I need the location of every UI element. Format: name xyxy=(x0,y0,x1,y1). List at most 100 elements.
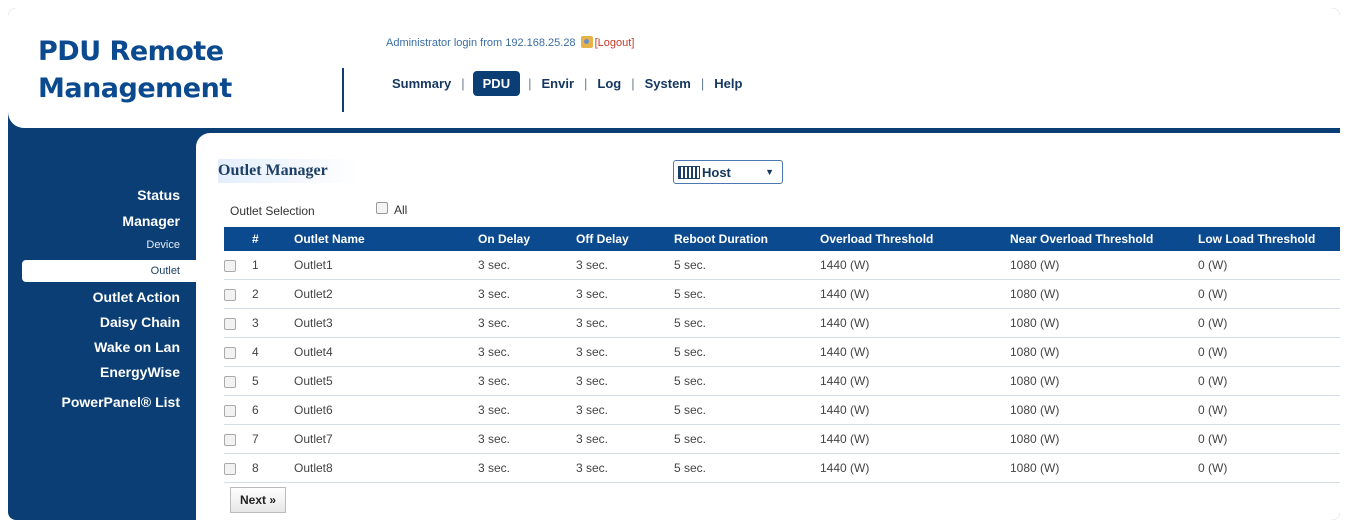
cell-number: 4 xyxy=(252,337,294,367)
brand-line-2: Management xyxy=(38,73,232,104)
nav-separator: | xyxy=(631,75,635,91)
sidebar-item-outlet[interactable]: Outlet xyxy=(22,260,196,282)
sidebar-item-powerpanel-list[interactable]: PowerPanel® List xyxy=(62,394,180,410)
nav-pdu[interactable]: PDU xyxy=(472,70,521,96)
nav-envir[interactable]: Envir xyxy=(539,73,576,94)
cell-number: 8 xyxy=(252,453,294,483)
sidebar-item-device[interactable]: Device xyxy=(146,239,180,251)
cell-off-delay: 3 sec. xyxy=(576,308,674,338)
row-checkbox[interactable] xyxy=(224,404,236,417)
top-nav: Summary | PDU | Envir | Log | System | H… xyxy=(390,70,744,96)
outlet-table: # Outlet Name On Delay Off Delay Reboot … xyxy=(224,227,1340,483)
table-row: 5 Outlet5 3 sec. 3 sec. 5 sec. 1440 (W) … xyxy=(224,366,1340,396)
table-row: 7 Outlet7 3 sec. 3 sec. 5 sec. 1440 (W) … xyxy=(224,424,1340,454)
select-all-label: All xyxy=(394,203,408,217)
cell-overload-threshold: 1440 (W) xyxy=(820,337,1010,367)
cell-on-delay: 3 sec. xyxy=(478,279,576,309)
select-all-checkbox[interactable] xyxy=(376,202,388,214)
header-checkbox-col xyxy=(224,227,252,251)
sidebar-item-wake-on-lan[interactable]: Wake on Lan xyxy=(94,339,180,355)
cell-reboot-duration: 5 sec. xyxy=(674,308,820,338)
login-info: Administrator login from 192.168.25.28 [… xyxy=(386,36,634,49)
main-content: Outlet Manager Host ▼ Outlet Selection A… xyxy=(196,133,1340,520)
row-checkbox[interactable] xyxy=(224,288,236,301)
cell-reboot-duration: 5 sec. xyxy=(674,366,820,396)
table-row: 4 Outlet4 3 sec. 3 sec. 5 sec. 1440 (W) … xyxy=(224,337,1340,367)
sidebar-item-daisy-chain[interactable]: Daisy Chain xyxy=(100,314,180,330)
cell-near-overload-threshold: 1080 (W) xyxy=(1010,453,1198,483)
row-checkbox[interactable] xyxy=(224,433,236,446)
row-checkbox-cell xyxy=(224,279,252,309)
row-checkbox[interactable] xyxy=(224,259,236,272)
next-button[interactable]: Next » xyxy=(230,487,286,513)
cell-near-overload-threshold: 1080 (W) xyxy=(1010,279,1198,309)
row-checkbox-cell xyxy=(224,453,252,483)
cell-off-delay: 3 sec. xyxy=(576,366,674,396)
cell-overload-threshold: 1440 (W) xyxy=(820,453,1010,483)
cell-number: 1 xyxy=(252,251,294,280)
cell-low-load-threshold: 0 (W) xyxy=(1198,337,1340,367)
row-checkbox[interactable] xyxy=(224,462,236,475)
row-checkbox-cell xyxy=(224,308,252,338)
host-select[interactable]: Host ▼ xyxy=(673,160,783,184)
header-number: # xyxy=(252,227,294,251)
cell-near-overload-threshold: 1080 (W) xyxy=(1010,308,1198,338)
nav-separator: | xyxy=(700,75,705,91)
cell-reboot-duration: 5 sec. xyxy=(674,337,820,367)
nav-summary[interactable]: Summary xyxy=(390,73,453,94)
cell-reboot-duration: 5 sec. xyxy=(674,279,820,309)
nav-system[interactable]: System xyxy=(643,73,693,94)
row-checkbox-cell xyxy=(224,337,252,367)
login-text: Administrator login from 192.168.25.28 xyxy=(386,37,576,49)
cell-near-overload-threshold: 1080 (W) xyxy=(1010,395,1198,425)
cell-low-load-threshold: 0 (W) xyxy=(1198,453,1340,483)
sidebar-item-energywise[interactable]: EnergyWise xyxy=(100,364,180,380)
sidebar-item-outlet-action[interactable]: Outlet Action xyxy=(93,289,180,305)
cell-number: 6 xyxy=(252,395,294,425)
logout-link[interactable]: [Logout] xyxy=(595,37,635,49)
brand-logo: PDU Remote Management xyxy=(38,33,232,107)
cell-off-delay: 3 sec. xyxy=(576,279,674,309)
nav-help[interactable]: Help xyxy=(712,73,744,94)
sidebar-item-manager[interactable]: Manager xyxy=(122,213,180,229)
cell-overload-threshold: 1440 (W) xyxy=(820,308,1010,338)
cell-low-load-threshold: 0 (W) xyxy=(1198,424,1340,454)
cell-on-delay: 3 sec. xyxy=(478,395,576,425)
row-checkbox-cell xyxy=(224,366,252,396)
cell-number: 7 xyxy=(252,424,294,454)
cell-off-delay: 3 sec. xyxy=(576,251,674,280)
nav-separator: | xyxy=(528,75,532,91)
row-checkbox-cell xyxy=(224,251,252,280)
cell-outlet-name: Outlet6 xyxy=(294,395,478,425)
cell-on-delay: 3 sec. xyxy=(478,366,576,396)
row-checkbox-cell xyxy=(224,395,252,425)
nav-separator: | xyxy=(461,75,465,91)
cell-overload-threshold: 1440 (W) xyxy=(820,395,1010,425)
row-checkbox[interactable] xyxy=(224,317,236,330)
cell-overload-threshold: 1440 (W) xyxy=(820,279,1010,309)
cell-outlet-name: Outlet1 xyxy=(294,251,478,280)
cell-reboot-duration: 5 sec. xyxy=(674,251,820,280)
table-row: 8 Outlet8 3 sec. 3 sec. 5 sec. 1440 (W) … xyxy=(224,453,1340,483)
nav-log[interactable]: Log xyxy=(595,73,623,94)
header: PDU Remote Management Administrator logi… xyxy=(8,8,1340,128)
cell-near-overload-threshold: 1080 (W) xyxy=(1010,424,1198,454)
cell-reboot-duration: 5 sec. xyxy=(674,453,820,483)
cell-number: 3 xyxy=(252,308,294,338)
cell-overload-threshold: 1440 (W) xyxy=(820,424,1010,454)
header-outlet-name: Outlet Name xyxy=(294,227,478,251)
table-header-row: # Outlet Name On Delay Off Delay Reboot … xyxy=(224,227,1340,251)
user-key-icon xyxy=(580,36,593,48)
cell-near-overload-threshold: 1080 (W) xyxy=(1010,337,1198,367)
header-near-overload-threshold: Near Overload Threshold xyxy=(1010,227,1198,251)
cell-on-delay: 3 sec. xyxy=(478,424,576,454)
cell-number: 2 xyxy=(252,279,294,309)
row-checkbox[interactable] xyxy=(224,375,236,388)
cell-on-delay: 3 sec. xyxy=(478,308,576,338)
header-off-delay: Off Delay xyxy=(576,227,674,251)
keyboard-icon xyxy=(678,165,700,179)
row-checkbox[interactable] xyxy=(224,346,236,359)
sidebar-item-status[interactable]: Status xyxy=(137,187,180,203)
cell-off-delay: 3 sec. xyxy=(576,453,674,483)
table-row: 2 Outlet2 3 sec. 3 sec. 5 sec. 1440 (W) … xyxy=(224,279,1340,309)
